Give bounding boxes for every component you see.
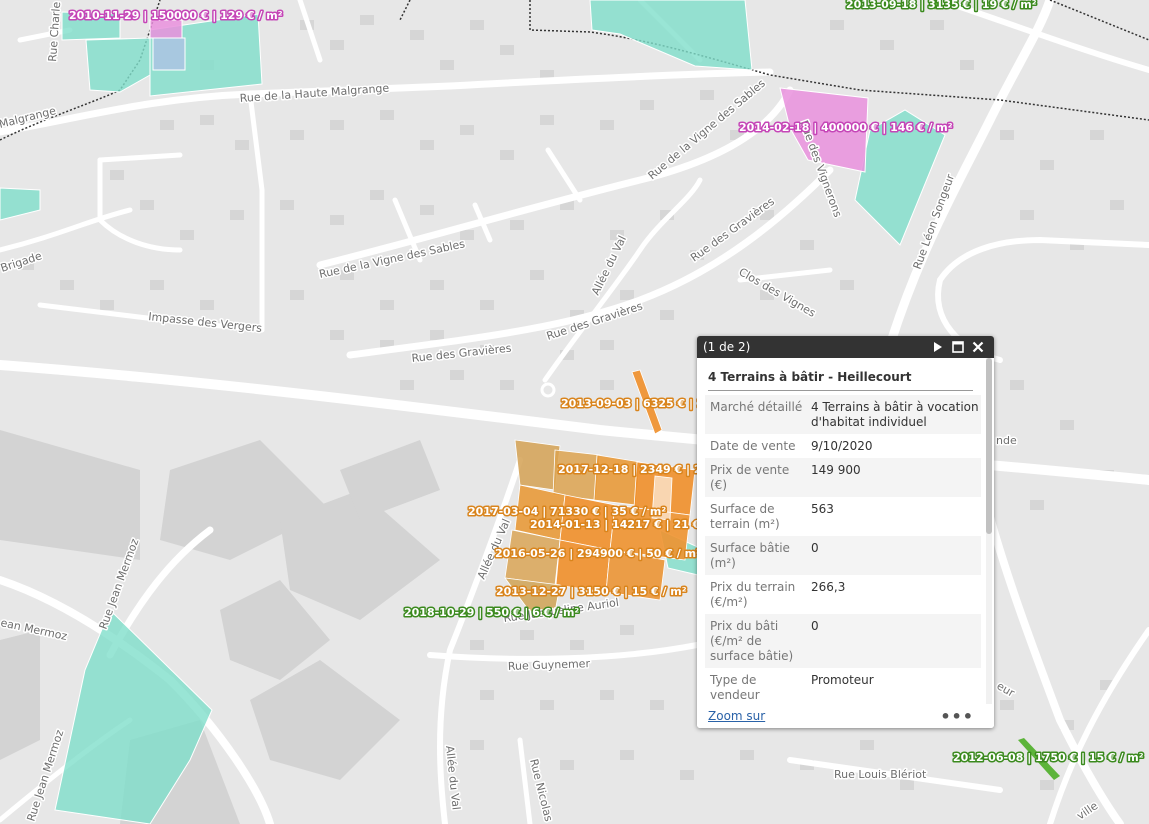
street-label-louis-bleriot: Rue Louis Blériot [834,768,927,781]
attribute-label: Prix du terrain (€/m²) [710,580,796,609]
sale-label-2013-09-03: 2013-09-03 | 6325 € | 23 [561,397,712,410]
sale-label-2012-06-08: 2012-06-08 | 1750 € | 15 € / m² [953,751,1144,764]
street-label-right: nde [996,434,1017,447]
sale-label-2014-01-13: 2014-01-13 | 14217 € | 21 € / [530,518,709,531]
attribute-label: Type de vendeur [710,673,760,702]
attribute-value: 4 Terrains à bâtir à vocation d'habitat … [806,395,981,434]
attribute-value: 0 [806,536,981,575]
attribute-label: Date de vente [710,439,796,453]
scrollbar-thumb[interactable] [986,358,992,534]
popup-body[interactable]: 4 Terrains à bâtir - Heillecourt Marché … [697,358,984,710]
popup-counter: (1 de 2) [703,340,751,354]
zoom-to-link[interactable]: Zoom sur [708,709,940,723]
more-options-icon[interactable]: ••• [940,707,974,726]
sale-label-2014-02-18: 2014-02-18 | 400000 € | 146 € / m² [739,121,953,134]
maximize-icon[interactable] [948,337,968,357]
sale-label-2017-03-04: 2017-03-04 | 71330 € | 35 € / m² [468,505,666,518]
attribute-label: Prix du bâti (€/m² de surface bâtie) [705,614,806,668]
attribute-value: 266,3 [811,580,846,594]
attribute-label: Surface bâtie (m²) [705,536,806,575]
attribute-row: Surface de terrain (m²) 563 [705,497,981,536]
attribute-row: Prix du terrain (€/m²) 266,3 [705,575,981,614]
attribute-value: 9/10/2020 [811,439,873,453]
attribute-table: Marché détaillé 4 Terrains à bâtir à voca… [705,395,981,707]
sale-label-2010-11-29: 2010-11-29 | 150000 € | 129 € / m² [69,9,283,22]
sale-label-2018-10-29: 2018-10-29 | 550 € | 6 € / m² [404,606,579,619]
sale-label-2013-09-18: 2013-09-18 | 3135 € | 19 € / m² [846,0,1037,11]
parcel-blue[interactable] [152,37,186,71]
close-icon[interactable] [968,337,988,357]
play-icon[interactable] [928,337,948,357]
attribute-row: Prix du bâti (€/m² de surface bâtie) 0 [705,614,981,668]
feature-popup[interactable]: (1 de 2) 4 Terrains à bâtir - Heillecour… [697,336,994,728]
popup-title: 4 Terrains à bâtir - Heillecourt [708,370,973,391]
sale-label-2013-12-27: 2013-12-27 | 3150 € | 15 € / m² [496,585,687,598]
attribute-value: Promoteur [811,673,874,687]
sale-label-2016-05-26: 2016-05-26 | 294900 € | 50 € / m² [495,547,701,560]
attribute-label: Marché détaillé [705,395,806,434]
attribute-row: Date de vente 9/10/2020 [705,434,981,458]
popup-header: (1 de 2) [697,336,994,358]
attribute-row: Prix de vente (€) 149 900 [705,458,981,497]
popup-footer: Zoom sur ••• [697,704,994,728]
attribute-label: Surface de terrain (m²) [710,502,780,531]
popup-scrollbar[interactable] [986,358,992,710]
attribute-value: 149 900 [806,458,981,497]
attribute-row: Marché détaillé 4 Terrains à bâtir à voca… [705,395,981,434]
attribute-row: Type de vendeur Promoteur [705,668,981,707]
attribute-label: Prix de vente (€) [705,458,806,497]
attribute-value: 563 [811,502,834,516]
attribute-value: 0 [806,614,981,668]
attribute-row: Surface bâtie (m²) 0 [705,536,981,575]
